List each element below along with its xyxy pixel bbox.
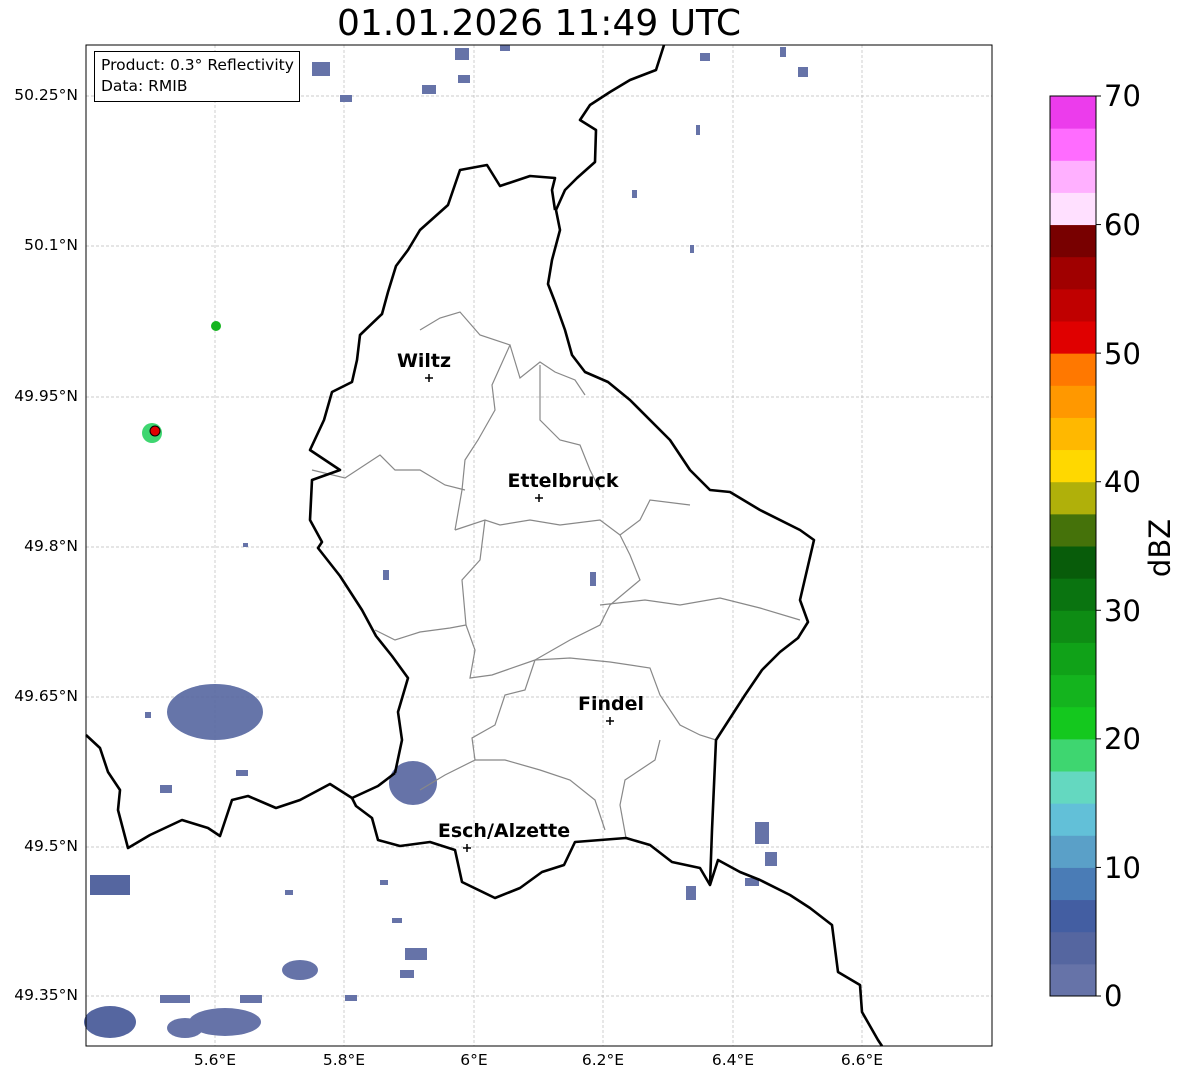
lon-label: 6.4°E	[711, 1051, 755, 1069]
lat-label: 49.95°N	[14, 387, 78, 405]
lat-label: 49.8°N	[24, 537, 78, 555]
city-label-esch-alzette: Esch/Alzette	[437, 820, 571, 842]
colorbar-segment	[1050, 224, 1096, 258]
lat-label: 49.5°N	[24, 837, 78, 855]
radar-echoes	[84, 45, 808, 1038]
colorbar-segment	[1050, 192, 1096, 226]
colorbar-tick-label: 50	[1104, 337, 1141, 371]
city-markers	[425, 374, 614, 852]
city-label-wiltz: Wiltz	[396, 350, 452, 372]
colorbar-tick-label: 20	[1104, 722, 1141, 756]
lon-label: 6.2°E	[581, 1051, 625, 1069]
colorbar-segment	[1050, 706, 1096, 740]
colorbar-segment	[1050, 931, 1096, 965]
colorbar-segment	[1050, 481, 1096, 515]
colorbar-segment	[1050, 546, 1096, 579]
colorbar-segment	[1050, 963, 1096, 997]
radar-site-marker	[142, 321, 221, 443]
colorbar-segment	[1050, 513, 1096, 547]
colorbar-segment	[1050, 417, 1096, 451]
colorbar-segment	[1050, 642, 1096, 676]
colorbar-tick-label: 30	[1104, 594, 1141, 628]
colorbar-tick-label: 10	[1104, 851, 1141, 885]
data-source-text: Data: RMIB	[101, 77, 188, 95]
colorbar-segment	[1050, 674, 1096, 708]
colorbar-segment	[1050, 96, 1096, 129]
colorbar-tick-label: 40	[1104, 465, 1141, 499]
lon-label: 5.6°E	[193, 1051, 237, 1069]
colorbar-segment	[1050, 867, 1096, 901]
colorbar-label: dBZ	[1143, 518, 1177, 578]
colorbar-segment	[1050, 256, 1096, 290]
lat-label: 50.1°N	[24, 236, 78, 254]
colorbar-segment	[1050, 449, 1096, 483]
colorbar	[1050, 95, 1101, 997]
colorbar-segment	[1050, 899, 1096, 933]
colorbar-tick-label: 70	[1104, 79, 1141, 113]
colorbar-segment	[1050, 128, 1096, 161]
country-borders	[85, 44, 884, 1047]
colorbar-segment	[1050, 610, 1096, 643]
colorbar-segment	[1050, 160, 1096, 193]
colorbar-segment	[1050, 385, 1096, 418]
city-label-ettelbruck: Ettelbruck	[507, 470, 619, 492]
colorbar-segment	[1050, 321, 1096, 354]
lon-label: 6°E	[460, 1051, 488, 1069]
colorbar-segment	[1050, 288, 1096, 322]
colorbar-segment	[1050, 738, 1096, 772]
product-text: Product: 0.3° Reflectivity	[101, 56, 294, 74]
info-box: Product: 0.3° Reflectivity Data: RMIB	[94, 51, 300, 102]
lat-label: 49.35°N	[14, 986, 78, 1004]
colorbar-segment	[1050, 578, 1096, 611]
radar-map	[84, 44, 1101, 1047]
lon-label: 5.8°E	[322, 1051, 366, 1069]
colorbar-segment	[1050, 771, 1096, 804]
lat-label: 49.65°N	[14, 687, 78, 705]
city-label-findel: Findel	[577, 693, 645, 715]
lon-label: 6.6°E	[840, 1051, 884, 1069]
colorbar-tick-label: 0	[1104, 979, 1123, 1013]
plot-frame	[85, 44, 993, 1047]
colorbar-segment	[1050, 803, 1096, 836]
colorbar-tick-label: 60	[1104, 208, 1141, 242]
lat-label: 50.25°N	[14, 86, 78, 104]
colorbar-segment	[1050, 835, 1096, 868]
map-gridlines	[86, 45, 992, 1046]
colorbar-segment	[1050, 353, 1096, 386]
